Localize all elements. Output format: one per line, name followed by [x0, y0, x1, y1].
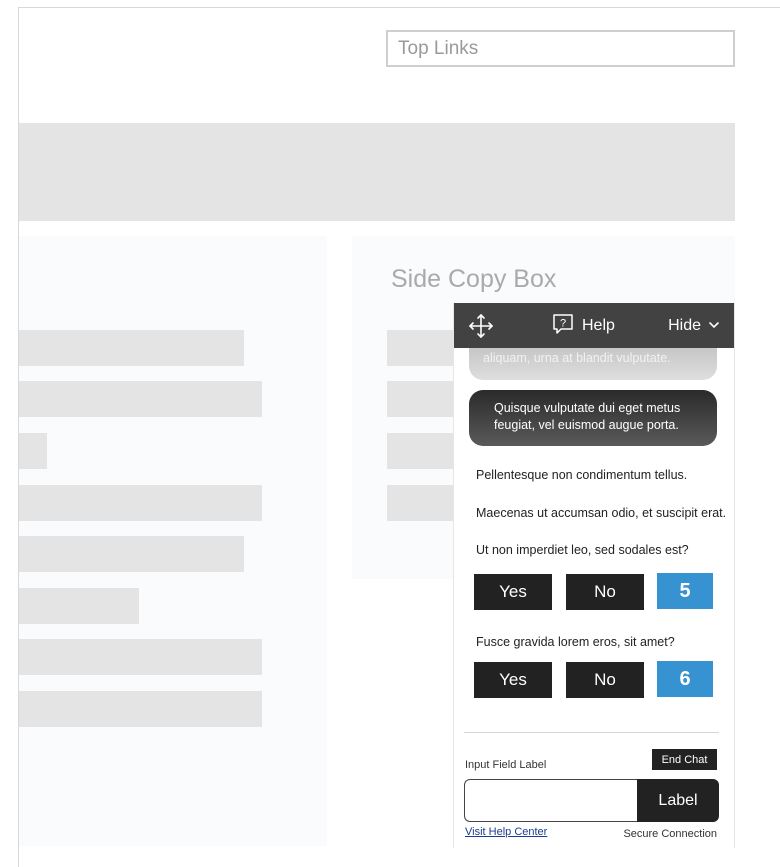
yes-button[interactable]: Yes: [474, 662, 552, 698]
banner-placeholder: [19, 123, 735, 221]
text-placeholder-bar: [19, 485, 262, 521]
chat-input-field[interactable]: [464, 779, 637, 822]
count-badge: 6: [657, 661, 713, 697]
text-placeholder-bar: [19, 588, 139, 624]
no-button[interactable]: No: [566, 574, 644, 610]
agent-message: Pellentesque non condimentum tellus.: [476, 468, 688, 482]
chat-message-list[interactable]: aliquam, urna at blandit vulputate. Quis…: [454, 348, 734, 733]
user-message-bubble: Quisque vulputate dui eget metus feugiat…: [469, 390, 717, 446]
question-text: Fusce gravida lorem eros, sit amet?: [476, 635, 675, 649]
move-icon[interactable]: [468, 313, 494, 339]
help-chat-icon: ?: [552, 313, 574, 340]
text-placeholder-bar: [19, 691, 262, 727]
secure-connection-text: Secure Connection: [623, 828, 717, 840]
count-badge: 5: [657, 573, 713, 609]
chat-header: ? Help Hide: [454, 303, 734, 348]
input-field-label: Input Field Label: [465, 759, 547, 771]
help-button[interactable]: ? Help: [552, 313, 615, 340]
yes-button[interactable]: Yes: [474, 574, 552, 610]
text-placeholder-bar: [19, 433, 47, 469]
hide-button[interactable]: Hide: [668, 314, 720, 338]
no-button[interactable]: No: [566, 662, 644, 698]
side-placeholder-bar: [387, 485, 457, 521]
question-text: Ut non imperdiet leo, sed sodales est?: [476, 543, 689, 557]
side-placeholder-bar: [387, 330, 457, 366]
send-button[interactable]: Label: [637, 779, 719, 822]
chevron-down-icon: [708, 317, 720, 335]
side-placeholder-bar: [387, 433, 457, 469]
chat-divider: [464, 732, 719, 733]
text-placeholder-bar: [19, 639, 262, 675]
help-center-link[interactable]: Visit Help Center: [465, 826, 547, 838]
help-label: Help: [582, 317, 615, 334]
svg-text:?: ?: [560, 317, 566, 329]
user-message-bubble: aliquam, urna at blandit vulputate.: [469, 348, 717, 380]
agent-message: Maecenas ut accumsan odio, et suscipit e…: [476, 506, 727, 520]
chat-widget: ? Help Hide aliquam, urna at blandit vul…: [453, 303, 735, 848]
text-placeholder-bar: [19, 330, 244, 366]
end-chat-button[interactable]: End Chat: [652, 749, 717, 770]
hide-label: Hide: [668, 317, 701, 334]
text-placeholder-bar: [19, 381, 262, 417]
top-links-box[interactable]: Top Links: [386, 30, 735, 67]
text-placeholder-bar: [19, 536, 244, 572]
side-copy-title: Side Copy Box: [391, 265, 557, 293]
side-placeholder-bar: [387, 381, 457, 417]
